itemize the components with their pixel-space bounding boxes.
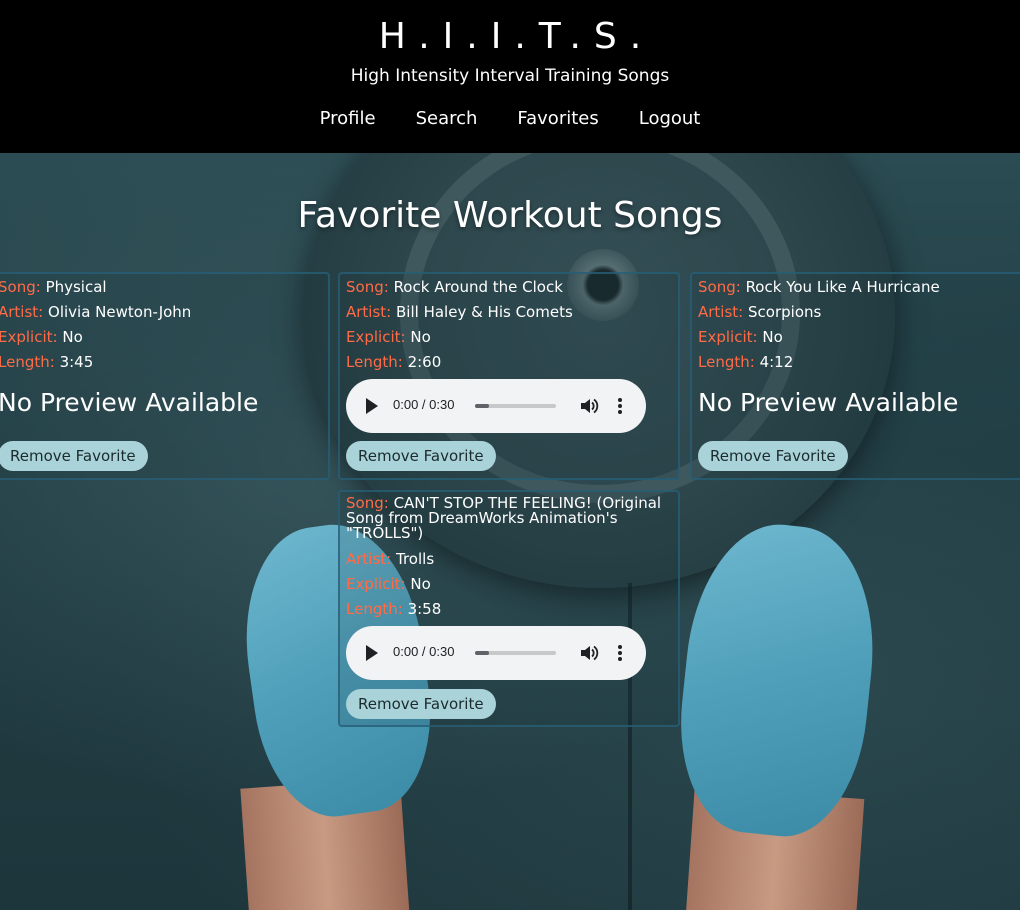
- remove-favorite-button[interactable]: Remove Favorite: [346, 689, 496, 719]
- song-field: Song: Rock Around the Clock: [346, 278, 563, 296]
- explicit-key: Explicit:: [698, 328, 758, 346]
- nav-favorites[interactable]: Favorites: [517, 108, 598, 129]
- song-title: CAN'T STOP THE FEELING! (Original Song f…: [346, 494, 662, 542]
- song-field: Song: CAN'T STOP THE FEELING! (Original …: [346, 496, 666, 541]
- length-field: Length: 4:12: [698, 353, 793, 371]
- artist-field: Artist: Olivia Newton-John: [0, 303, 191, 321]
- no-preview-text: No Preview Available: [698, 388, 959, 417]
- audio-player[interactable]: 0:00 / 0:30: [346, 379, 646, 433]
- more-options-icon[interactable]: [616, 396, 624, 416]
- favorite-card: Song: Rock Around the Clock Artist: Bill…: [338, 272, 680, 480]
- song-key: Song:: [346, 278, 389, 296]
- length-key: Length:: [0, 353, 55, 371]
- length-field: Length: 3:58: [346, 600, 441, 618]
- no-preview-text: No Preview Available: [0, 388, 259, 417]
- length-field: Length: 2:60: [346, 353, 441, 371]
- seek-slider[interactable]: [475, 404, 556, 408]
- nav-profile[interactable]: Profile: [320, 108, 376, 129]
- length-value: 2:60: [407, 353, 442, 371]
- explicit-value: No: [762, 328, 783, 346]
- player-time: 0:00 / 0:30: [393, 397, 455, 412]
- length-key: Length:: [346, 600, 403, 618]
- remove-favorite-button[interactable]: Remove Favorite: [0, 441, 148, 471]
- audio-player[interactable]: 0:00 / 0:30: [346, 626, 646, 680]
- artist-field: Artist: Trolls: [346, 550, 434, 568]
- explicit-value: No: [410, 328, 431, 346]
- site-tagline: High Intensity Interval Training Songs: [350, 66, 670, 86]
- song-key: Song:: [0, 278, 41, 296]
- nav-search[interactable]: Search: [416, 108, 478, 129]
- site-header: H.I.I.T.S. High Intensity Interval Train…: [0, 0, 1020, 153]
- favorite-card: Song: CAN'T STOP THE FEELING! (Original …: [338, 490, 680, 727]
- explicit-value: No: [410, 575, 431, 593]
- length-key: Length:: [346, 353, 403, 371]
- remove-favorite-button[interactable]: Remove Favorite: [698, 441, 848, 471]
- artist-field: Artist: Bill Haley & His Comets: [346, 303, 573, 321]
- song-title: Physical: [45, 278, 107, 296]
- artist-name: Olivia Newton-John: [48, 303, 192, 321]
- artist-name: Bill Haley & His Comets: [396, 303, 573, 321]
- explicit-value: No: [62, 328, 83, 346]
- page-title: Favorite Workout Songs: [297, 195, 723, 236]
- length-value: 3:45: [59, 353, 94, 371]
- player-time: 0:00 / 0:30: [393, 644, 455, 659]
- favorite-card: Song: Physical Artist: Olivia Newton-Joh…: [0, 272, 330, 480]
- song-field: Song: Rock You Like A Hurricane: [698, 278, 940, 296]
- seek-slider-fill: [475, 651, 489, 655]
- song-title: Rock You Like A Hurricane: [745, 278, 940, 296]
- artist-field: Artist: Scorpions: [698, 303, 821, 321]
- explicit-key: Explicit:: [346, 328, 406, 346]
- more-options-icon[interactable]: [616, 643, 624, 663]
- seek-slider[interactable]: [475, 651, 556, 655]
- length-key: Length:: [698, 353, 755, 371]
- play-icon[interactable]: [366, 645, 378, 661]
- explicit-field: Explicit: No: [346, 328, 431, 346]
- length-value: 3:58: [407, 600, 442, 618]
- length-value: 4:12: [759, 353, 794, 371]
- song-key: Song:: [698, 278, 741, 296]
- length-field: Length: 3:45: [0, 353, 93, 371]
- artist-name: Scorpions: [748, 303, 822, 321]
- seek-slider-fill: [475, 404, 489, 408]
- nav-logout[interactable]: Logout: [639, 108, 701, 129]
- artist-key: Artist:: [0, 303, 44, 321]
- explicit-field: Explicit: No: [698, 328, 783, 346]
- play-icon[interactable]: [366, 398, 378, 414]
- explicit-key: Explicit:: [346, 575, 406, 593]
- main-nav: Profile Search Favorites Logout: [0, 108, 1020, 129]
- remove-favorite-button[interactable]: Remove Favorite: [346, 441, 496, 471]
- artist-key: Artist:: [698, 303, 744, 321]
- explicit-field: Explicit: No: [346, 575, 431, 593]
- favorite-card: Song: Rock You Like A Hurricane Artist: …: [690, 272, 1020, 480]
- artist-key: Artist:: [346, 550, 392, 568]
- volume-icon[interactable]: [579, 396, 599, 416]
- song-title: Rock Around the Clock: [393, 278, 563, 296]
- artist-name: Trolls: [396, 550, 435, 568]
- explicit-key: Explicit:: [0, 328, 58, 346]
- volume-icon[interactable]: [579, 643, 599, 663]
- explicit-field: Explicit: No: [0, 328, 83, 346]
- artist-key: Artist:: [346, 303, 392, 321]
- site-brand: H.I.I.T.S.: [378, 16, 655, 57]
- song-field: Song: Physical: [0, 278, 107, 296]
